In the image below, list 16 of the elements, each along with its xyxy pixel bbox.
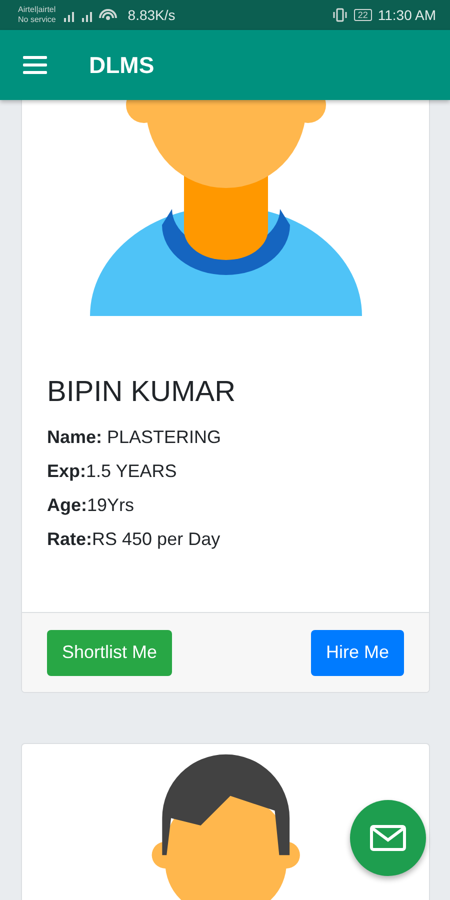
- vibrate-icon: [332, 7, 348, 23]
- network-status: No service: [18, 15, 56, 25]
- worker-name: BIPIN KUMAR: [47, 375, 237, 410]
- hire-button[interactable]: Hire Me: [310, 630, 404, 676]
- battery-level: 22: [354, 9, 372, 21]
- carrier-name: Airtel|airtel: [18, 5, 56, 15]
- detail-line: Exp:1.5 YEARS: [47, 460, 178, 483]
- detail-line: Name: PLASTERING: [47, 426, 222, 449]
- detail-line: Rate:RS 450 per Day: [47, 528, 222, 551]
- shortlist-button[interactable]: Shortlist Me: [47, 630, 172, 676]
- network-speed: 8.83K/s: [128, 7, 176, 23]
- detail-line: Age:19Yrs: [47, 494, 136, 517]
- menu-icon: [23, 56, 47, 74]
- app-title: DLMS: [89, 52, 154, 78]
- clock: 11:30 AM: [378, 7, 436, 23]
- mail-icon: [370, 825, 406, 851]
